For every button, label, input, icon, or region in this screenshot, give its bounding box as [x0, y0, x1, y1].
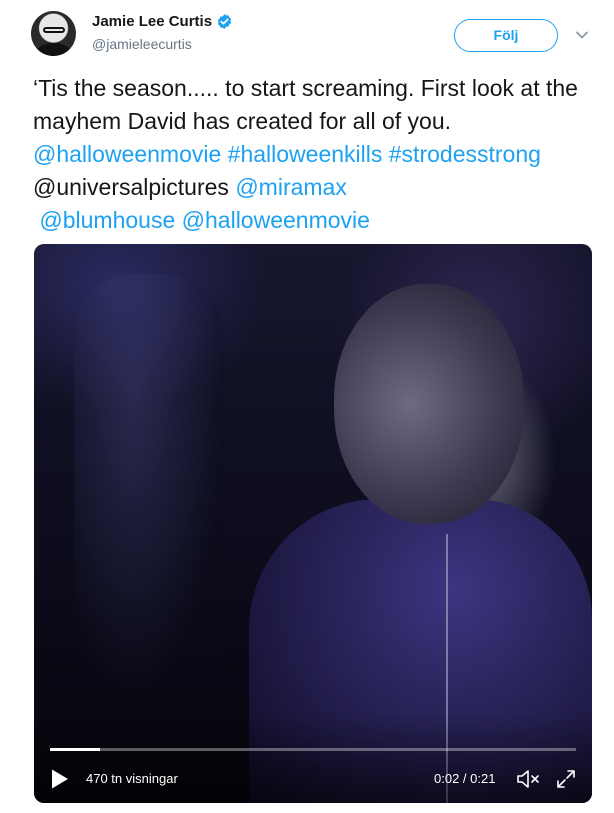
hashtag-link[interactable]: #halloweenkills — [228, 141, 383, 167]
avatar-glasses — [43, 27, 65, 33]
video-frame-background-figure — [74, 274, 224, 694]
avatar[interactable] — [31, 11, 76, 56]
video-progress-fill — [50, 748, 100, 751]
avatar-shoulders — [35, 43, 72, 56]
fullscreen-icon[interactable] — [555, 768, 577, 790]
video-controls-shade — [34, 713, 592, 803]
video-timecode: 0:02 / 0:21 — [434, 771, 496, 786]
chevron-down-icon[interactable] — [575, 28, 589, 42]
tweet-text: ‘Tis the season..... to start screaming.… — [33, 72, 593, 237]
video-view-count: 470 tn visningar — [86, 771, 178, 786]
follow-button[interactable]: Följ — [454, 19, 558, 52]
mention-link[interactable]: @miramax — [235, 174, 347, 200]
video-progress-bar[interactable] — [50, 748, 576, 751]
mention-text: @universalpictures — [33, 174, 229, 200]
tweet-body-text: ‘Tis the season..... to start screaming.… — [33, 75, 578, 134]
volume-muted-icon[interactable] — [516, 768, 542, 790]
play-icon[interactable] — [50, 768, 70, 790]
hashtag-link[interactable]: #strodesstrong — [389, 141, 541, 167]
video-player[interactable]: 470 tn visningar 0:02 / 0:21 — [34, 244, 592, 803]
mention-link[interactable]: @halloweenmovie — [182, 207, 370, 233]
mention-link[interactable]: @blumhouse — [39, 207, 175, 233]
tweet-header: Jamie Lee Curtis @jamieleecurtis Följ — [0, 0, 614, 66]
author-name[interactable]: Jamie Lee Curtis — [92, 13, 212, 30]
author-name-row[interactable]: Jamie Lee Curtis — [92, 13, 233, 30]
mention-link[interactable]: @halloweenmovie — [33, 141, 221, 167]
author-handle[interactable]: @jamieleecurtis — [92, 36, 192, 52]
verified-badge-icon — [217, 14, 232, 29]
video-frame-head — [334, 284, 524, 524]
